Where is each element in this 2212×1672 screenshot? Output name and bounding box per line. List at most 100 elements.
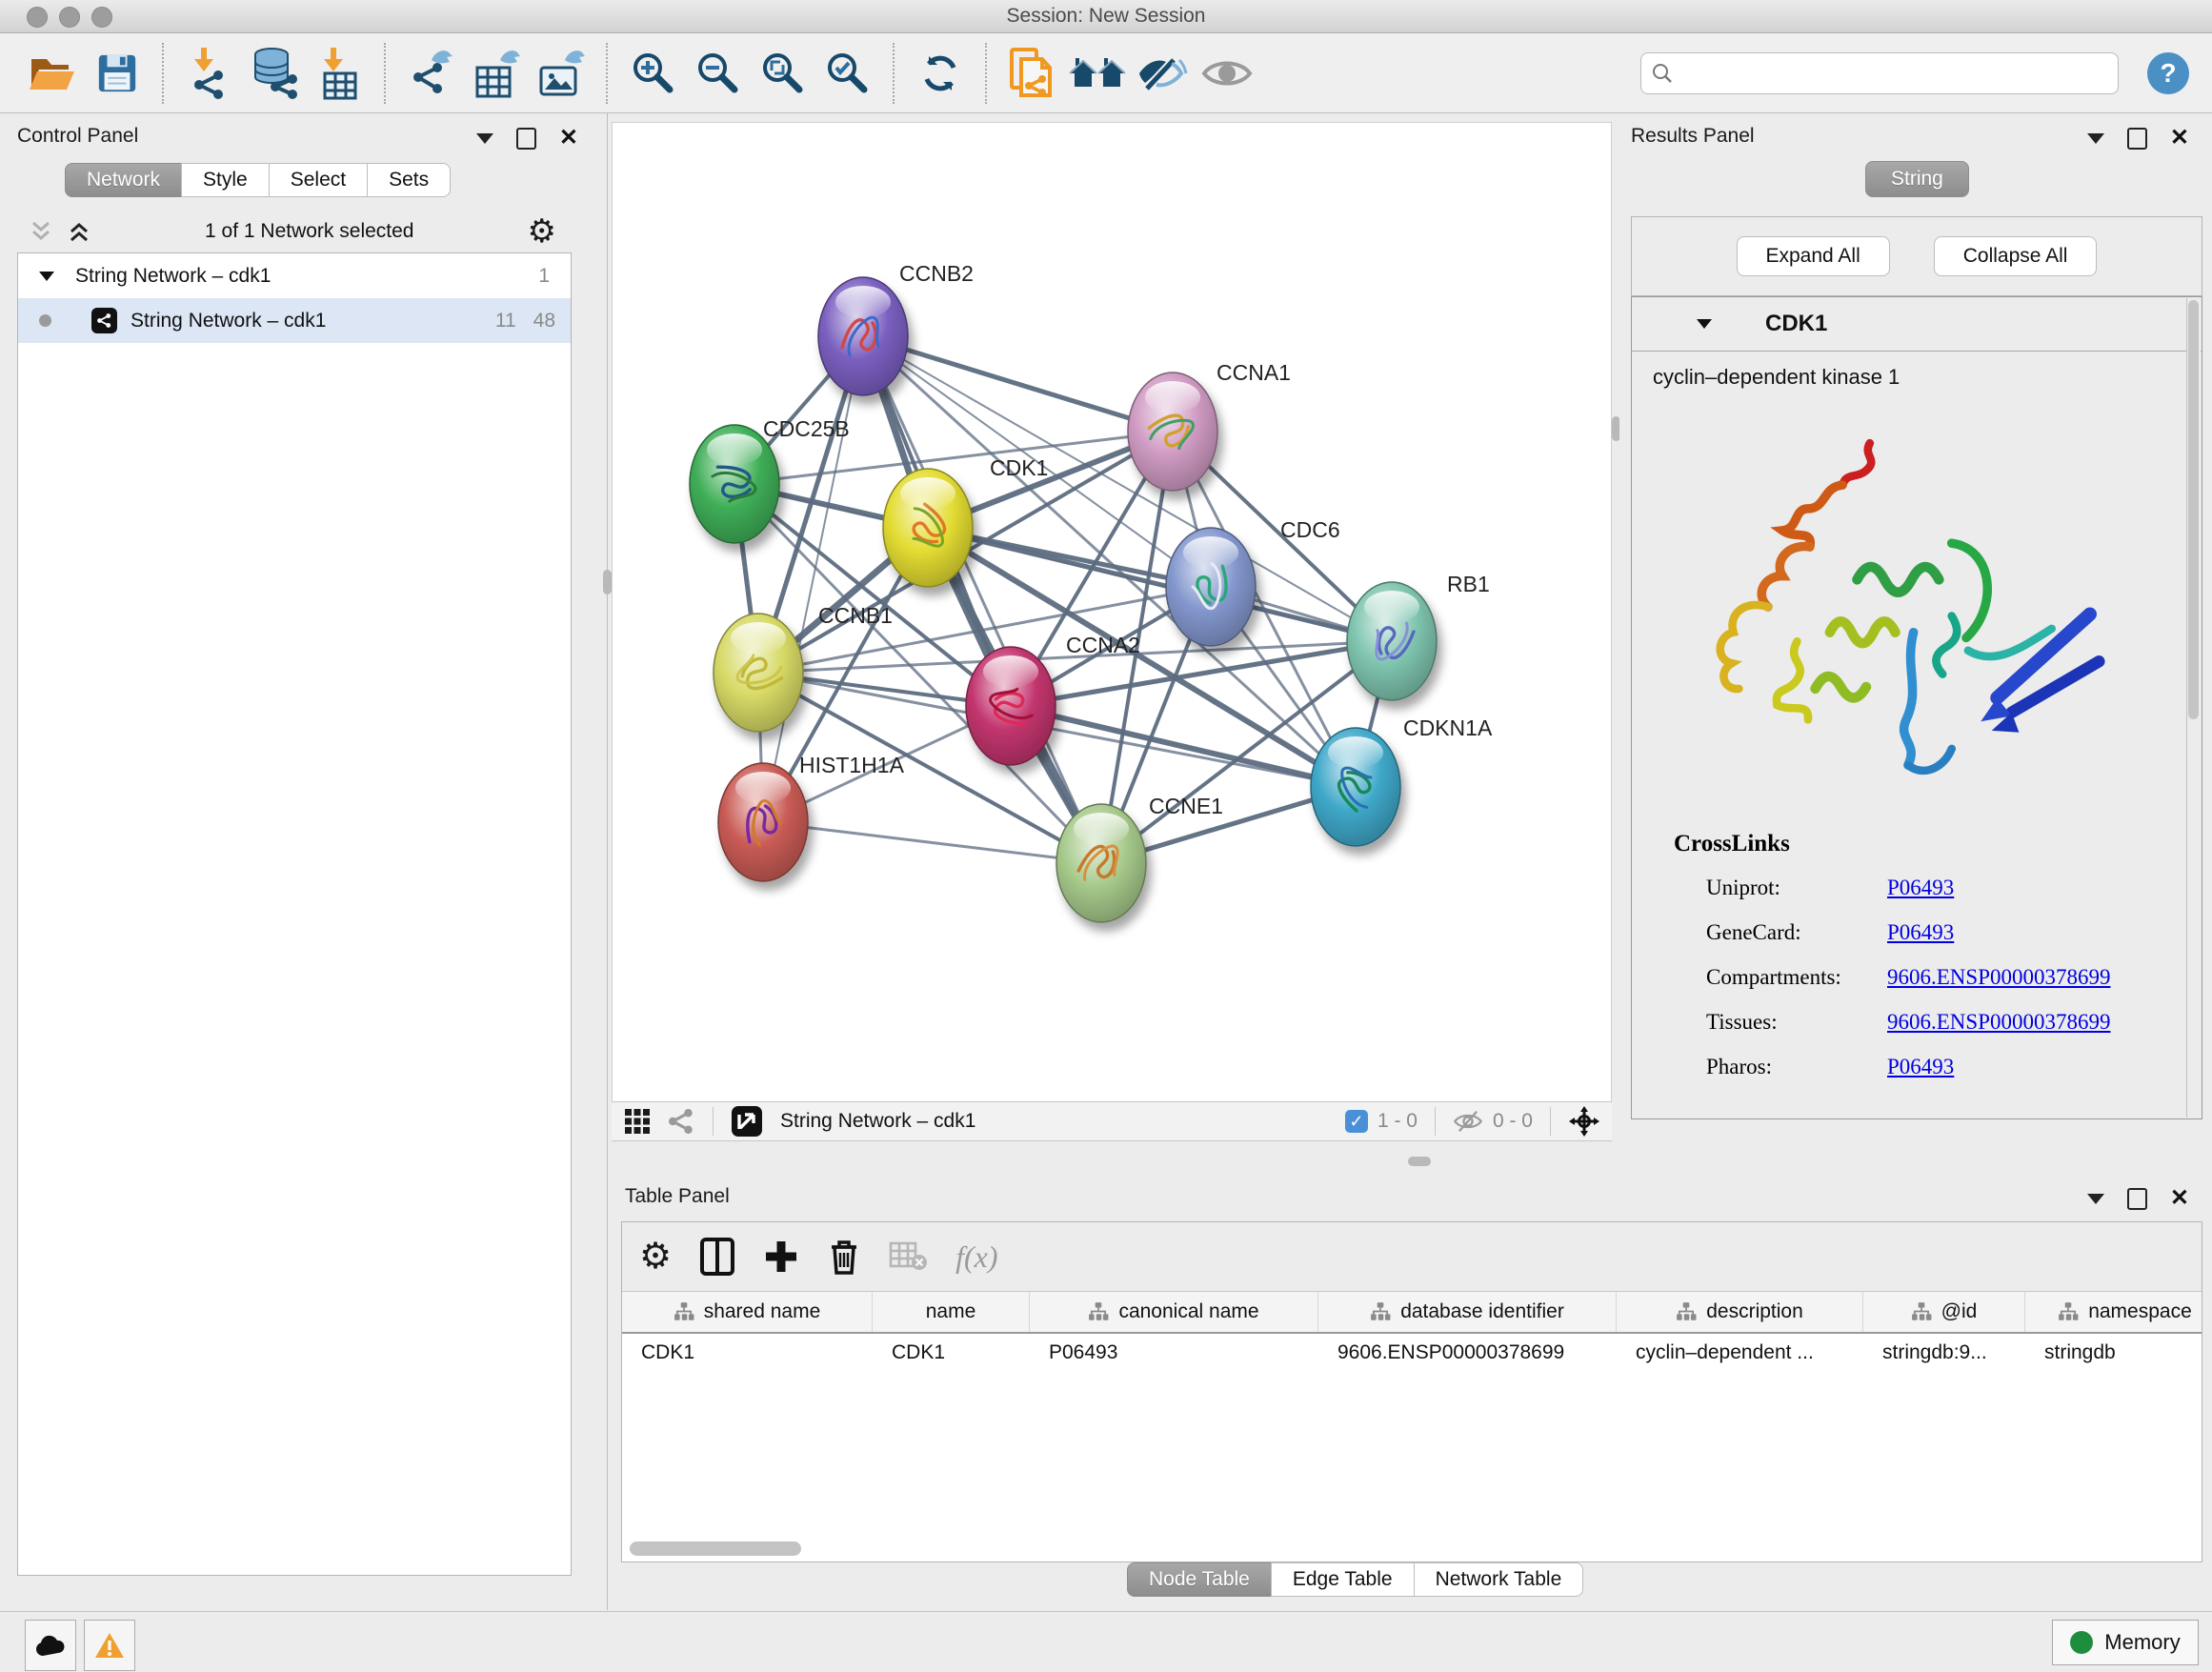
- expand-all-button[interactable]: Expand All: [1737, 236, 1890, 276]
- network-node-RB1[interactable]: [1347, 582, 1437, 700]
- table-cell[interactable]: CDK1: [622, 1341, 873, 1364]
- delete-column-icon[interactable]: [828, 1238, 860, 1276]
- show-all-button[interactable]: [1197, 43, 1257, 104]
- table-cell[interactable]: 9606.ENSP00000378699: [1318, 1341, 1617, 1364]
- tab-network-table[interactable]: Network Table: [1414, 1562, 1584, 1597]
- float-panel-icon[interactable]: [2127, 128, 2147, 150]
- crosslink-value-link[interactable]: 9606.ENSP00000378699: [1887, 965, 2111, 990]
- panel-menu-icon[interactable]: [2087, 1194, 2104, 1204]
- save-session-button[interactable]: [88, 43, 147, 104]
- tab-network[interactable]: Network: [65, 163, 182, 197]
- show-columns-icon[interactable]: [700, 1238, 734, 1276]
- network-edge-CCNB2-CCNA1[interactable]: [863, 336, 1173, 432]
- float-panel-icon[interactable]: [2127, 1188, 2147, 1210]
- import-network-button[interactable]: [180, 43, 239, 104]
- tab-style[interactable]: Style: [181, 163, 270, 197]
- network-node-CCNB1[interactable]: [714, 614, 803, 732]
- table-column-header[interactable]: @id: [1863, 1292, 2025, 1332]
- table-column-header[interactable]: shared name: [622, 1292, 873, 1332]
- import-network-from-database-button[interactable]: [245, 43, 304, 104]
- network-row[interactable]: String Network – cdk1 11 48: [18, 298, 571, 343]
- control-panel-splitter-grip[interactable]: [603, 570, 612, 594]
- network-share-icon[interactable]: [667, 1107, 695, 1136]
- crosslink-value-link[interactable]: P06493: [1887, 876, 1954, 900]
- table-cell[interactable]: P06493: [1030, 1341, 1318, 1364]
- network-node-CDC25B[interactable]: [690, 425, 779, 543]
- table-cell[interactable]: cyclin–dependent ...: [1617, 1341, 1863, 1364]
- network-edge-CCNB2-HIST1H1A[interactable]: [763, 336, 863, 822]
- tab-node-table[interactable]: Node Table: [1127, 1562, 1272, 1597]
- network-edge-HIST1H1A-CCNE1[interactable]: [763, 822, 1101, 863]
- network-edge-CCNB2-CCNE1[interactable]: [863, 336, 1101, 863]
- pan-mode-icon[interactable]: [1568, 1105, 1600, 1138]
- close-panel-icon[interactable]: ✕: [2170, 127, 2189, 150]
- collapse-all-networks-icon[interactable]: [29, 219, 53, 244]
- tab-sets[interactable]: Sets: [367, 163, 451, 197]
- selected-nodes-checkbox[interactable]: ✓: [1345, 1110, 1368, 1133]
- help-button[interactable]: ?: [2147, 52, 2189, 94]
- zoom-in-button[interactable]: [624, 43, 683, 104]
- gene-header-row[interactable]: CDK1: [1632, 297, 2202, 352]
- expand-all-networks-icon[interactable]: [67, 219, 91, 244]
- export-image-button[interactable]: [532, 43, 591, 104]
- network-node-CCNB2[interactable]: [818, 277, 908, 395]
- export-network-button[interactable]: [402, 43, 461, 104]
- crosslink-value-link[interactable]: P06493: [1887, 920, 1954, 945]
- table-hscrollbar-thumb[interactable]: [630, 1541, 801, 1556]
- results-scrollbar-thumb[interactable]: [2188, 300, 2199, 719]
- crosslink-value-link[interactable]: P06493: [1887, 1055, 1954, 1079]
- close-panel-icon[interactable]: ✕: [559, 127, 578, 150]
- tab-edge-table[interactable]: Edge Table: [1271, 1562, 1415, 1597]
- table-column-header[interactable]: name: [873, 1292, 1030, 1332]
- open-session-button[interactable]: [23, 43, 82, 104]
- collapse-all-button[interactable]: Collapse All: [1934, 236, 2098, 276]
- panel-menu-icon[interactable]: [2087, 133, 2104, 144]
- table-row[interactable]: CDK1CDK1P064939606.ENSP00000378699cyclin…: [622, 1334, 2202, 1372]
- cloud-status-button[interactable]: [25, 1620, 76, 1671]
- search-input[interactable]: [1681, 61, 2108, 85]
- gene-collapse-icon[interactable]: [1697, 319, 1712, 329]
- table-column-header[interactable]: description: [1617, 1292, 1863, 1332]
- network-node-CCNA1[interactable]: [1128, 373, 1217, 491]
- table-options-gear-icon[interactable]: ⚙: [639, 1239, 672, 1275]
- network-node-CCNA2[interactable]: [966, 647, 1056, 765]
- memory-button[interactable]: Memory: [2052, 1620, 2199, 1665]
- table-cell[interactable]: stringdb:9...: [1863, 1341, 2025, 1364]
- zoom-selected-button[interactable]: [818, 43, 877, 104]
- zoom-out-button[interactable]: [689, 43, 748, 104]
- table-panel-splitter-grip[interactable]: [1408, 1157, 1431, 1166]
- collection-expand-icon[interactable]: [39, 272, 54, 281]
- network-collection-row[interactable]: String Network – cdk1 1: [18, 253, 571, 298]
- network-node-CDC6[interactable]: [1166, 528, 1256, 646]
- window-titlebar: Session: New Session: [0, 0, 2212, 33]
- table-cell[interactable]: CDK1: [873, 1341, 1030, 1364]
- crosslink-label: Pharos:: [1706, 1055, 1887, 1079]
- panel-menu-icon[interactable]: [476, 133, 493, 144]
- table-column-header[interactable]: namespace: [2025, 1292, 2202, 1332]
- network-node-CCNE1[interactable]: [1056, 804, 1146, 922]
- apply-style-button[interactable]: [911, 43, 970, 104]
- add-column-icon[interactable]: [763, 1239, 799, 1275]
- crosslink-value-link[interactable]: 9606.ENSP00000378699: [1887, 1010, 2111, 1035]
- network-options-gear-icon[interactable]: ⚙: [528, 215, 556, 248]
- clone-network-button[interactable]: [1003, 43, 1062, 104]
- export-table-button[interactable]: [467, 43, 526, 104]
- zoom-fit-button[interactable]: [754, 43, 813, 104]
- home-button[interactable]: [1068, 43, 1127, 104]
- hide-selected-button[interactable]: [1133, 43, 1192, 104]
- tab-select[interactable]: Select: [269, 163, 368, 197]
- network-node-CDKN1A[interactable]: [1311, 728, 1400, 846]
- table-column-header[interactable]: canonical name: [1030, 1292, 1318, 1332]
- float-panel-icon[interactable]: [516, 128, 536, 150]
- tab-string[interactable]: String: [1865, 161, 1969, 197]
- table-column-header[interactable]: database identifier: [1318, 1292, 1617, 1332]
- table-cell[interactable]: stringdb: [2025, 1341, 2202, 1364]
- close-panel-icon[interactable]: ✕: [2170, 1187, 2189, 1210]
- network-node-HIST1H1A[interactable]: [718, 763, 808, 881]
- network-node-CDK1[interactable]: [883, 469, 973, 587]
- birds-eye-view-icon[interactable]: [623, 1107, 652, 1136]
- detach-view-icon[interactable]: [731, 1105, 763, 1138]
- network-canvas[interactable]: CCNB2CCNA1CDC25BCDK1CDC6RB1CCNB1CCNA2CDK…: [612, 122, 1612, 1102]
- import-table-button[interactable]: [310, 43, 369, 104]
- warnings-button[interactable]: [84, 1620, 135, 1671]
